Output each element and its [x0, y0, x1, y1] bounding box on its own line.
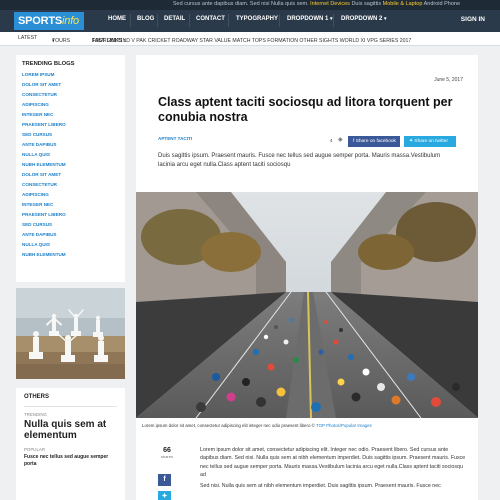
list-item[interactable]: ADIPISCING	[22, 192, 125, 202]
trending-blogs-title: TRENDING BLOGS	[22, 61, 75, 67]
yoga-ad-image[interactable]	[16, 288, 125, 379]
nav-divider	[157, 14, 158, 27]
nav-home[interactable]: HOME	[108, 16, 126, 22]
twitter-icon: ✦	[409, 139, 414, 144]
promo-link-internet[interactable]: Internet Devices	[310, 1, 350, 7]
nav-contact[interactable]: CONTACT	[196, 16, 225, 22]
logo-text: SPORTS	[18, 15, 63, 27]
nav-typography[interactable]: TYPOGRAPHY	[236, 16, 278, 22]
nav-dropdown-2[interactable]: DROPDOWN 2 ▾	[341, 16, 387, 22]
list-item[interactable]: PRAESENT LIBERO	[22, 122, 125, 132]
nav-divider	[130, 14, 131, 27]
article-panel: June 5, 2017 Class aptent taciti sociosq…	[136, 55, 478, 500]
share-twitter-button[interactable]: ✦ Share on twitter	[404, 136, 456, 147]
share-facebook-button[interactable]: f Share on facebook	[348, 136, 400, 147]
share-twitter-label: Share on twitter	[414, 139, 448, 144]
article-hero-image	[136, 192, 478, 418]
trending-blogs-list: LOREM IPSUM DOLOR SIT AMET CONSECTETUR A…	[22, 72, 125, 262]
marathon-photo	[136, 192, 478, 418]
nav-dropdown-2-label: DROPDOWN 2	[341, 16, 383, 22]
list-item[interactable]: ANTE DAPIBUS	[22, 142, 125, 152]
list-item[interactable]: ANTE DAPIBUS	[22, 232, 125, 242]
article-paragraph: Lorem ipsum dolor sit amet, consectetur …	[200, 447, 466, 479]
nav-detail[interactable]: DETAIL	[164, 16, 185, 22]
nav-divider	[228, 14, 229, 27]
share-icon: ◆	[338, 137, 343, 143]
article-category[interactable]: APTENT TACITI	[158, 136, 192, 141]
popular-tag: POPULAR	[24, 447, 45, 452]
latest-label: LATEST	[18, 35, 38, 41]
share-counter: 66 shares	[156, 447, 178, 459]
others-panel: OTHERS TRENDING Nulla quis sem at elemen…	[16, 388, 125, 500]
article-lead: Duis sagittis ipsum. Praesent mauris. Fu…	[158, 153, 441, 168]
article-date: June 5, 2017	[434, 77, 463, 83]
list-item[interactable]: INTEGER NEC	[22, 202, 125, 212]
list-item[interactable]: CONSECTETUR	[22, 182, 125, 192]
trending-tag: TRENDING	[24, 412, 47, 417]
top-bar-promo: Sed cursus ante dapibus diam. Sed nisi N…	[173, 1, 460, 7]
list-item[interactable]: ADIPISCING	[22, 102, 125, 112]
nav-divider	[279, 14, 280, 27]
share-counter-label: shares	[160, 454, 173, 459]
list-item[interactable]: SED CURSUS	[22, 132, 125, 142]
twitter-icon: ✦	[161, 493, 168, 500]
top-bar: Sed cursus ante dapibus diam. Sed nisi N…	[0, 0, 500, 10]
others-title: OTHERS	[24, 394, 50, 400]
list-item[interactable]: CONSECTETUR	[22, 92, 125, 102]
list-item[interactable]: NULLA QUIS	[22, 242, 125, 252]
nav-dropdown-1[interactable]: DROPDOWN 1 ▾	[287, 16, 333, 22]
sign-in-link[interactable]: SIGN IN	[461, 16, 485, 23]
article-title: Class aptent taciti sociosqu ad litora t…	[158, 95, 453, 124]
yoga-ad-illustration	[16, 288, 125, 379]
nav-dropdown-1-label: DROPDOWN 1	[287, 16, 329, 22]
image-caption: Lorem ipsum dolor sit amet, consectetur …	[142, 423, 372, 428]
logo-suffix: info	[62, 15, 79, 27]
divider	[24, 406, 117, 407]
list-item[interactable]: DOLOR SIT AMET	[22, 82, 125, 92]
list-item[interactable]: SED CURSUS	[22, 222, 125, 232]
promo-link-mobile[interactable]: Mobile & Laptop	[383, 1, 423, 7]
promo-link-android[interactable]: Android Phone	[424, 1, 460, 7]
sub-navbar: LATEST TOURS ▾ FAST LINKS : TOUR 2017 IN…	[0, 32, 500, 46]
list-item[interactable]: NULLA QUIS	[22, 152, 125, 162]
facebook-icon: f	[353, 139, 355, 144]
share-facebook-label: Share on facebook	[355, 139, 396, 144]
share-count: 4	[330, 138, 333, 143]
others-small-link[interactable]: Fusce nec tellus sed augue semper porta	[24, 454, 117, 467]
side-twitter-button[interactable]: ✦	[158, 491, 171, 500]
fast-links-list[interactable]: TOUR 2017 IND V PAK CRICKET ROADWAY STAR…	[92, 38, 411, 44]
trending-blogs-panel: TRENDING BLOGS LOREM IPSUM DOLOR SIT AME…	[16, 55, 125, 282]
list-item[interactable]: LOREM IPSUM	[22, 72, 125, 82]
nav-divider	[189, 14, 190, 27]
list-item[interactable]: DOLOR SIT AMET	[22, 172, 125, 182]
list-item[interactable]: PRAESENT LIBERO	[22, 212, 125, 222]
article-body: Lorem ipsum dolor sit amet, consectetur …	[200, 446, 466, 492]
chevron-down-icon: ▾	[384, 16, 387, 22]
facebook-icon: f	[163, 476, 166, 483]
list-item[interactable]: INTEGER NEC	[22, 112, 125, 122]
list-item[interactable]: NUBH ELEMENTUM	[22, 162, 125, 172]
caption-text: Lorem ipsum dolor sit amet, consectetur …	[142, 423, 315, 428]
caption-source-link[interactable]: TOP Photos/Popular Images	[316, 423, 372, 428]
share-counter-number: 66	[163, 447, 171, 454]
side-facebook-button[interactable]: f	[158, 474, 171, 486]
nav-blog[interactable]: BLOG	[137, 16, 154, 22]
promo-text-middle: Duis sagittis	[351, 1, 382, 7]
list-item[interactable]: NUBH ELEMENTUM	[22, 252, 125, 262]
promo-text: Sed cursus ante dapibus diam. Sed nisi N…	[172, 1, 309, 7]
article-paragraph: Sed nisi. Nulla quis sem at nibh element…	[200, 482, 441, 489]
site-logo[interactable]: SPORTSinfo	[14, 12, 84, 30]
nav-divider	[333, 14, 334, 27]
others-headline[interactable]: Nulla quis sem at elementum	[24, 419, 117, 441]
chevron-down-icon: ▾	[52, 38, 55, 44]
